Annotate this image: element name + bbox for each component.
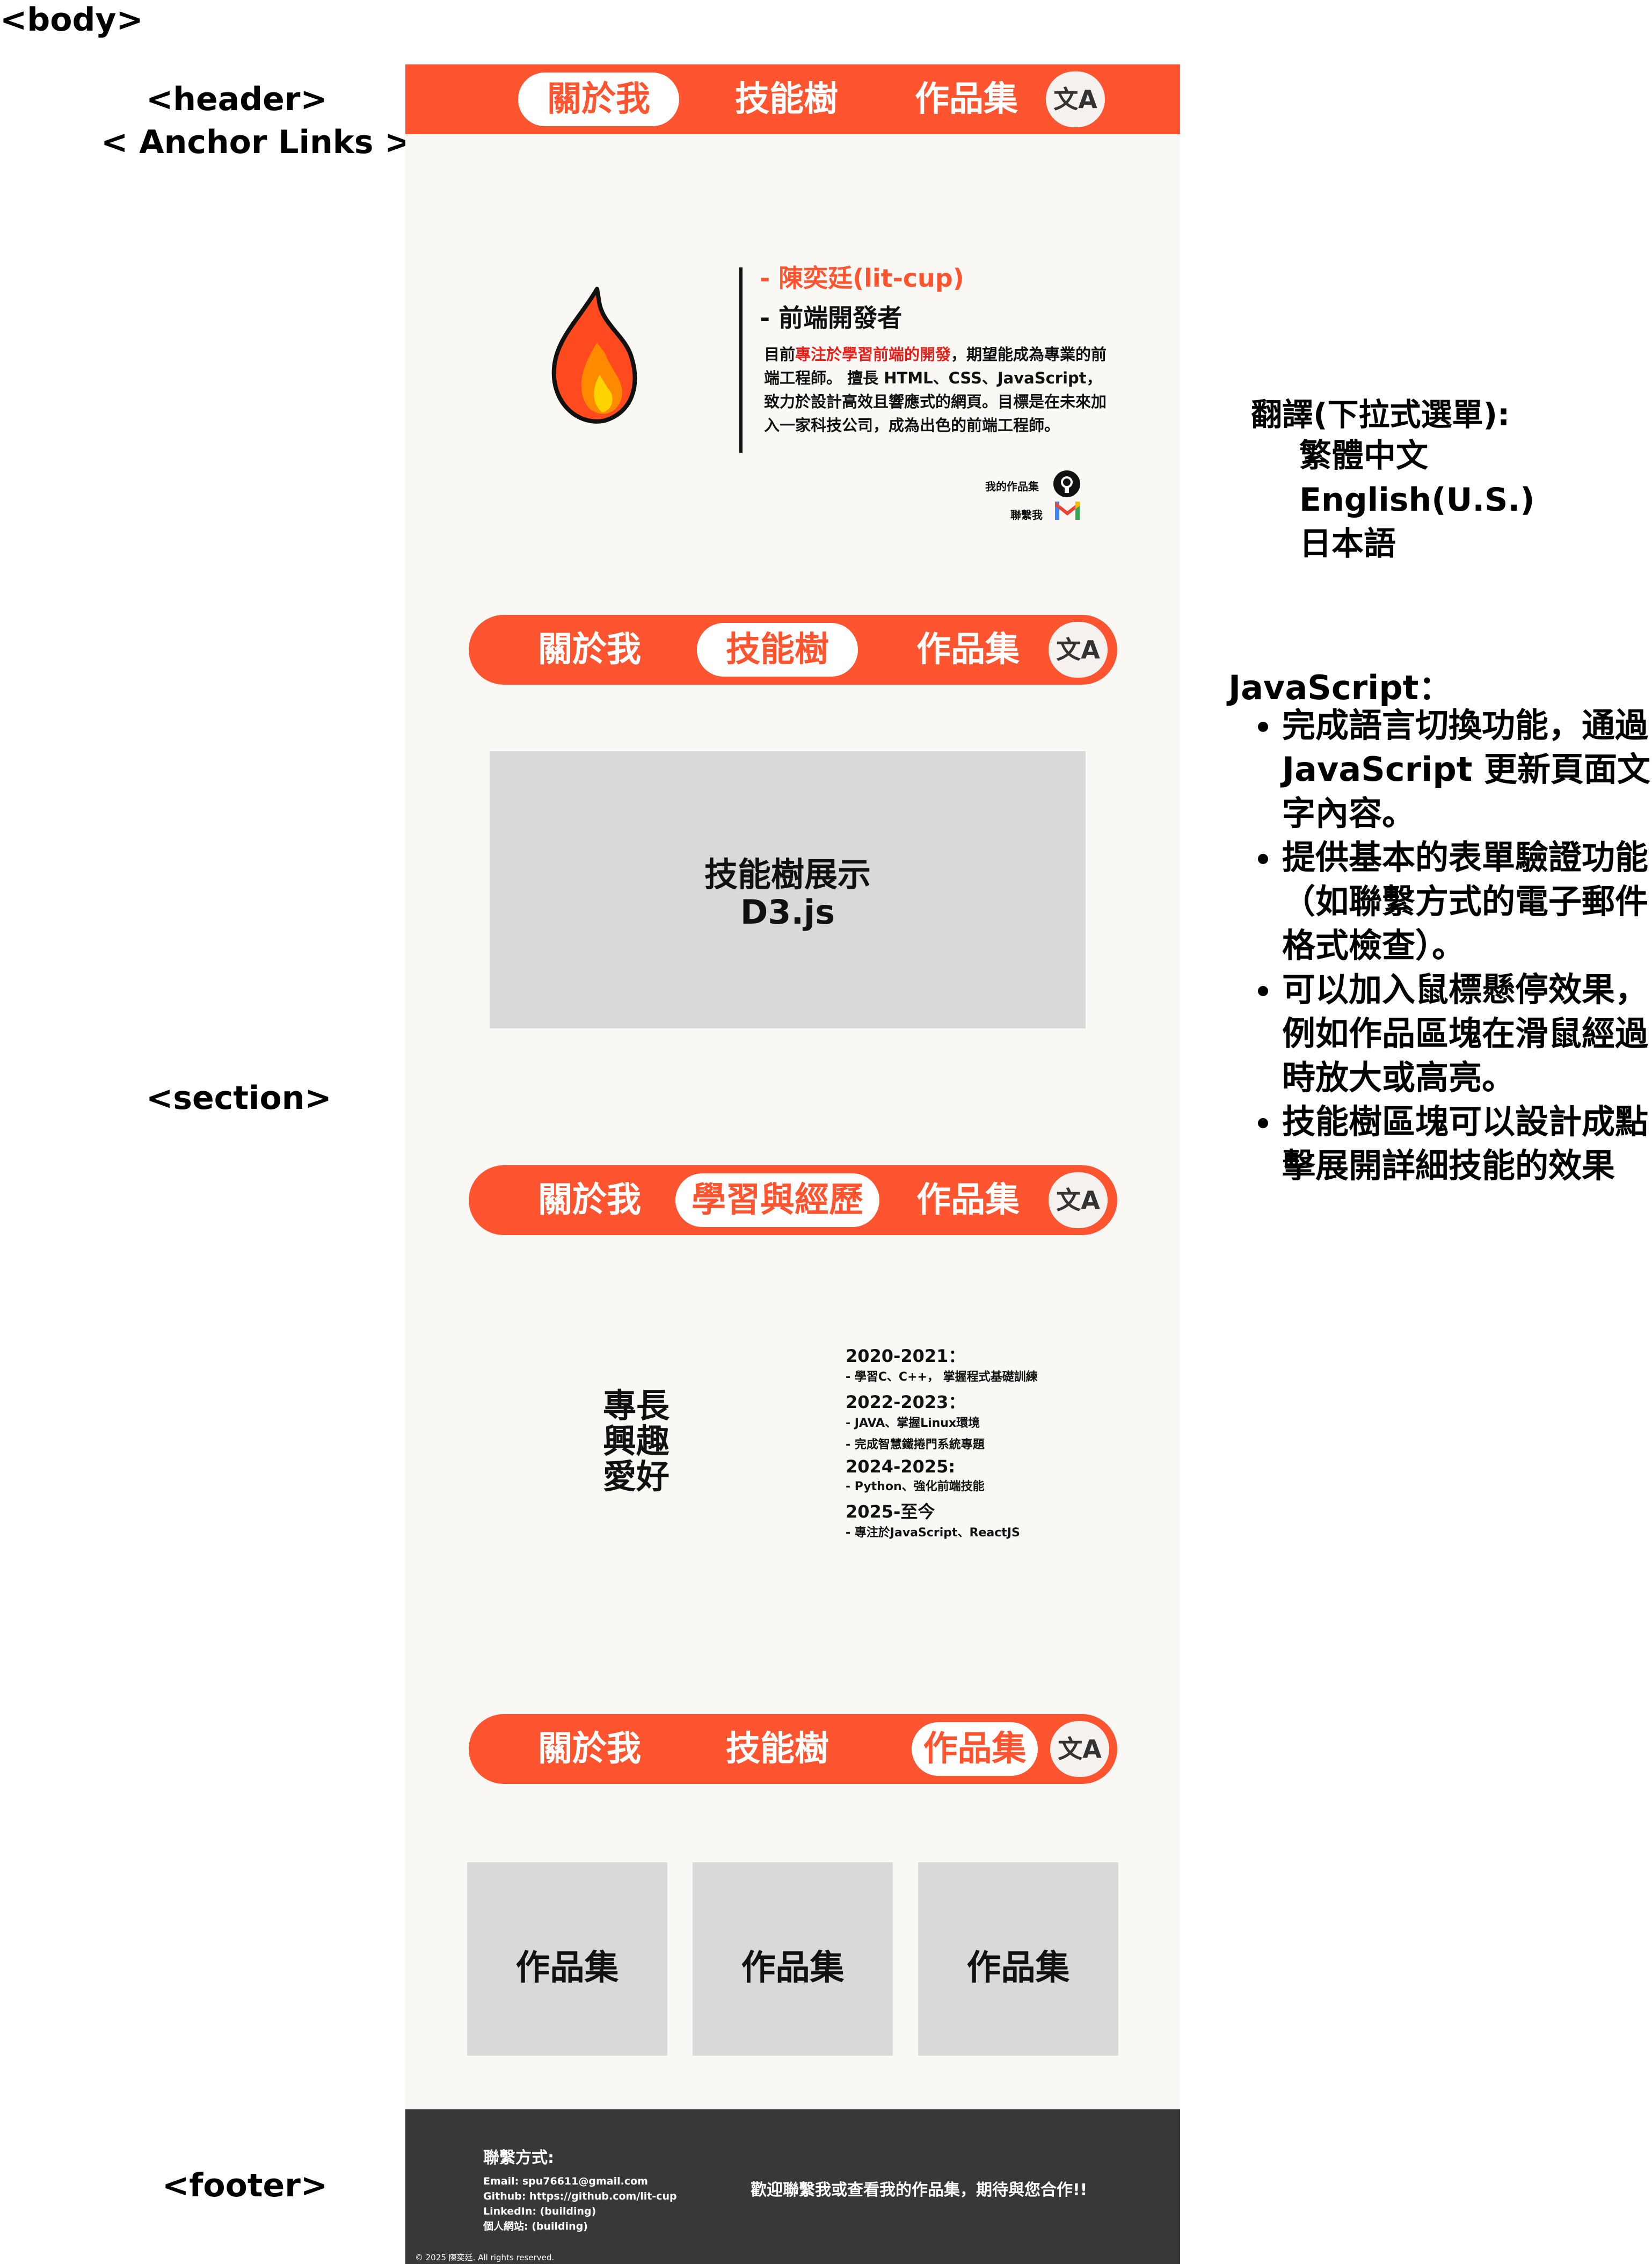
hero-role: - 前端開發者 <box>760 303 903 332</box>
translate-icon[interactable]: 文A <box>1046 71 1105 127</box>
translate-icon[interactable]: 文A <box>1050 1721 1109 1777</box>
timeline-item: - 專注於JavaScript、ReactJS <box>846 1526 1020 1540</box>
works-section-nav: 關於我 技能樹 作品集 文A <box>469 1714 1117 1784</box>
header-annotation: <header> <box>146 81 328 118</box>
js-feature-item: 提供基本的表單驗證功能（如聯繫方式的電子郵件格式檢查）。 <box>1282 836 1652 968</box>
footer-linkedin: LinkedIn: (building) <box>483 2205 596 2217</box>
footer-copyright: © 2025 陳奕廷. All rights reserved. <box>415 2253 555 2262</box>
body-annotation: <body> <box>0 1 143 39</box>
timeline-year: 2022-2023： <box>846 1392 966 1412</box>
nav-link-works[interactable]: 作品集 <box>882 623 1054 677</box>
js-feature-item: 可以加入鼠標懸停效果，例如作品區塊在滑鼠經過時放大或高亮。 <box>1282 968 1652 1100</box>
experience-label-line: 專長 <box>603 1386 670 1425</box>
work-card[interactable]: 作品集 <box>918 1862 1118 2056</box>
timeline-item: - 學習C、C++， 掌握程式基礎訓練 <box>846 1370 1038 1384</box>
github-icon[interactable] <box>1053 470 1080 497</box>
contact-link[interactable]: 聯繫我 <box>1010 506 1043 522</box>
anchor-links-annotation: < Anchor Links > <box>101 124 412 161</box>
experience-label-line: 興趣 <box>603 1421 670 1461</box>
work-card-title: 作品集 <box>741 1948 845 1988</box>
timeline-year: 2024-2025: <box>846 1456 956 1477</box>
experience-timeline: 2020-2021： - 學習C、C++， 掌握程式基礎訓練 2022-2023… <box>846 1343 1103 1544</box>
footer-contact-title: 聯繫方式: <box>483 2149 554 2167</box>
footer-contact-list: Email: spu76611@gmail.com Github: https:… <box>483 2174 677 2234</box>
nav-link-about[interactable]: 關於我 <box>509 1173 670 1227</box>
work-card-title: 作品集 <box>515 1948 619 1988</box>
hero-bio: 目前專注於學習前端的開發，期望能成為專業的前端工程師。 擅長 HTML、CSS、… <box>764 343 1113 437</box>
footer-message: 歡迎聯繫我或查看我的作品集，期待與您合作!! <box>751 2181 1088 2200</box>
translate-icon[interactable]: 文A <box>1049 622 1108 678</box>
hero-bio-prefix: 目前 <box>764 345 796 364</box>
nav-link-works[interactable]: 作品集 <box>880 72 1052 126</box>
timeline-year: 2025-至今 <box>846 1501 935 1522</box>
javascript-annotation-list: 完成語言切換功能，通過 JavaScript 更新頁面文字內容。 提供基本的表單… <box>1245 703 1652 1188</box>
work-card[interactable]: 作品集 <box>693 1862 893 2056</box>
timeline-item: - Python、強化前端技能 <box>846 1480 985 1493</box>
nav-link-skills[interactable]: 技能樹 <box>697 1722 858 1776</box>
nav-link-skills[interactable]: 技能樹 <box>697 623 858 677</box>
js-feature-item: 技能樹區塊可以設計成點擊展開詳細技能的效果 <box>1282 1100 1652 1188</box>
experience-label-line: 愛好 <box>603 1457 670 1496</box>
work-card-title: 作品集 <box>966 1948 1070 1988</box>
hero-bio-highlight: 專注於學習前端的開發 <box>795 345 951 364</box>
flame-icon <box>546 284 643 429</box>
translation-language-list: 繁體中文 English(U.S.) 日本語 <box>1299 434 1535 566</box>
gmail-icon[interactable] <box>1054 499 1081 521</box>
portfolio-link[interactable]: 我的作品集 <box>985 478 1039 494</box>
skill-tree-title: 技能樹展示 <box>704 855 871 894</box>
nav-link-about[interactable]: 關於我 <box>509 623 670 677</box>
footer: 聯繫方式: Email: spu76611@gmail.com Github: … <box>405 2109 1180 2264</box>
js-feature-item: 完成語言切換功能，通過 JavaScript 更新頁面文字內容。 <box>1282 703 1652 836</box>
skill-tree-library: D3.js <box>740 892 835 932</box>
language-option: English(U.S.) <box>1299 481 1535 519</box>
translation-annotation-title: 翻譯(下拉式選單): <box>1251 396 1510 433</box>
experience-label: 專長 興趣 愛好 <box>603 1388 669 1494</box>
footer-website: 個人網站: (building) <box>483 2221 588 2232</box>
nav-link-works[interactable]: 作品集 <box>882 1173 1054 1227</box>
hero-divider <box>739 267 743 453</box>
timeline-item: - 完成智慧鐵捲門系統專題 <box>846 1438 985 1452</box>
footer-email[interactable]: Email: spu76611@gmail.com <box>483 2174 677 2189</box>
nav-link-experience[interactable]: 學習與經歷 <box>675 1173 879 1227</box>
hero-name: - 陳奕廷(lit-cup) <box>760 264 964 293</box>
experience-section-nav: 關於我 學習與經歷 作品集 文A <box>469 1165 1117 1235</box>
footer-github[interactable]: Github: https://github.com/lit-cup <box>483 2189 677 2204</box>
timeline-item: - JAVA、掌握Linux環境 <box>846 1417 980 1430</box>
footer-annotation: <footer> <box>162 2167 328 2204</box>
work-card[interactable]: 作品集 <box>467 1862 667 2056</box>
skill-tree-placeholder[interactable]: 技能樹展示 D3.js <box>490 751 1086 1028</box>
nav-link-works[interactable]: 作品集 <box>912 1722 1038 1776</box>
timeline-year: 2020-2021： <box>846 1346 966 1366</box>
language-option: 日本語 <box>1299 525 1396 563</box>
translate-icon[interactable]: 文A <box>1049 1172 1108 1228</box>
javascript-annotation-title: JavaScript： <box>1228 668 1452 707</box>
nav-link-about[interactable]: 關於我 <box>518 72 679 126</box>
section-annotation: <section> <box>146 1079 332 1117</box>
language-option: 繁體中文 <box>1299 437 1428 475</box>
skills-section-nav: 關於我 技能樹 作品集 文A <box>469 615 1117 685</box>
page-mockup: 關於我 技能樹 作品集 文A - 陳奕廷(lit-cup) - 前端開發者 目前… <box>405 64 1180 2264</box>
nav-link-skills[interactable]: 技能樹 <box>706 72 867 126</box>
nav-link-about[interactable]: 關於我 <box>509 1722 670 1776</box>
header-nav: 關於我 技能樹 作品集 文A <box>405 64 1180 134</box>
